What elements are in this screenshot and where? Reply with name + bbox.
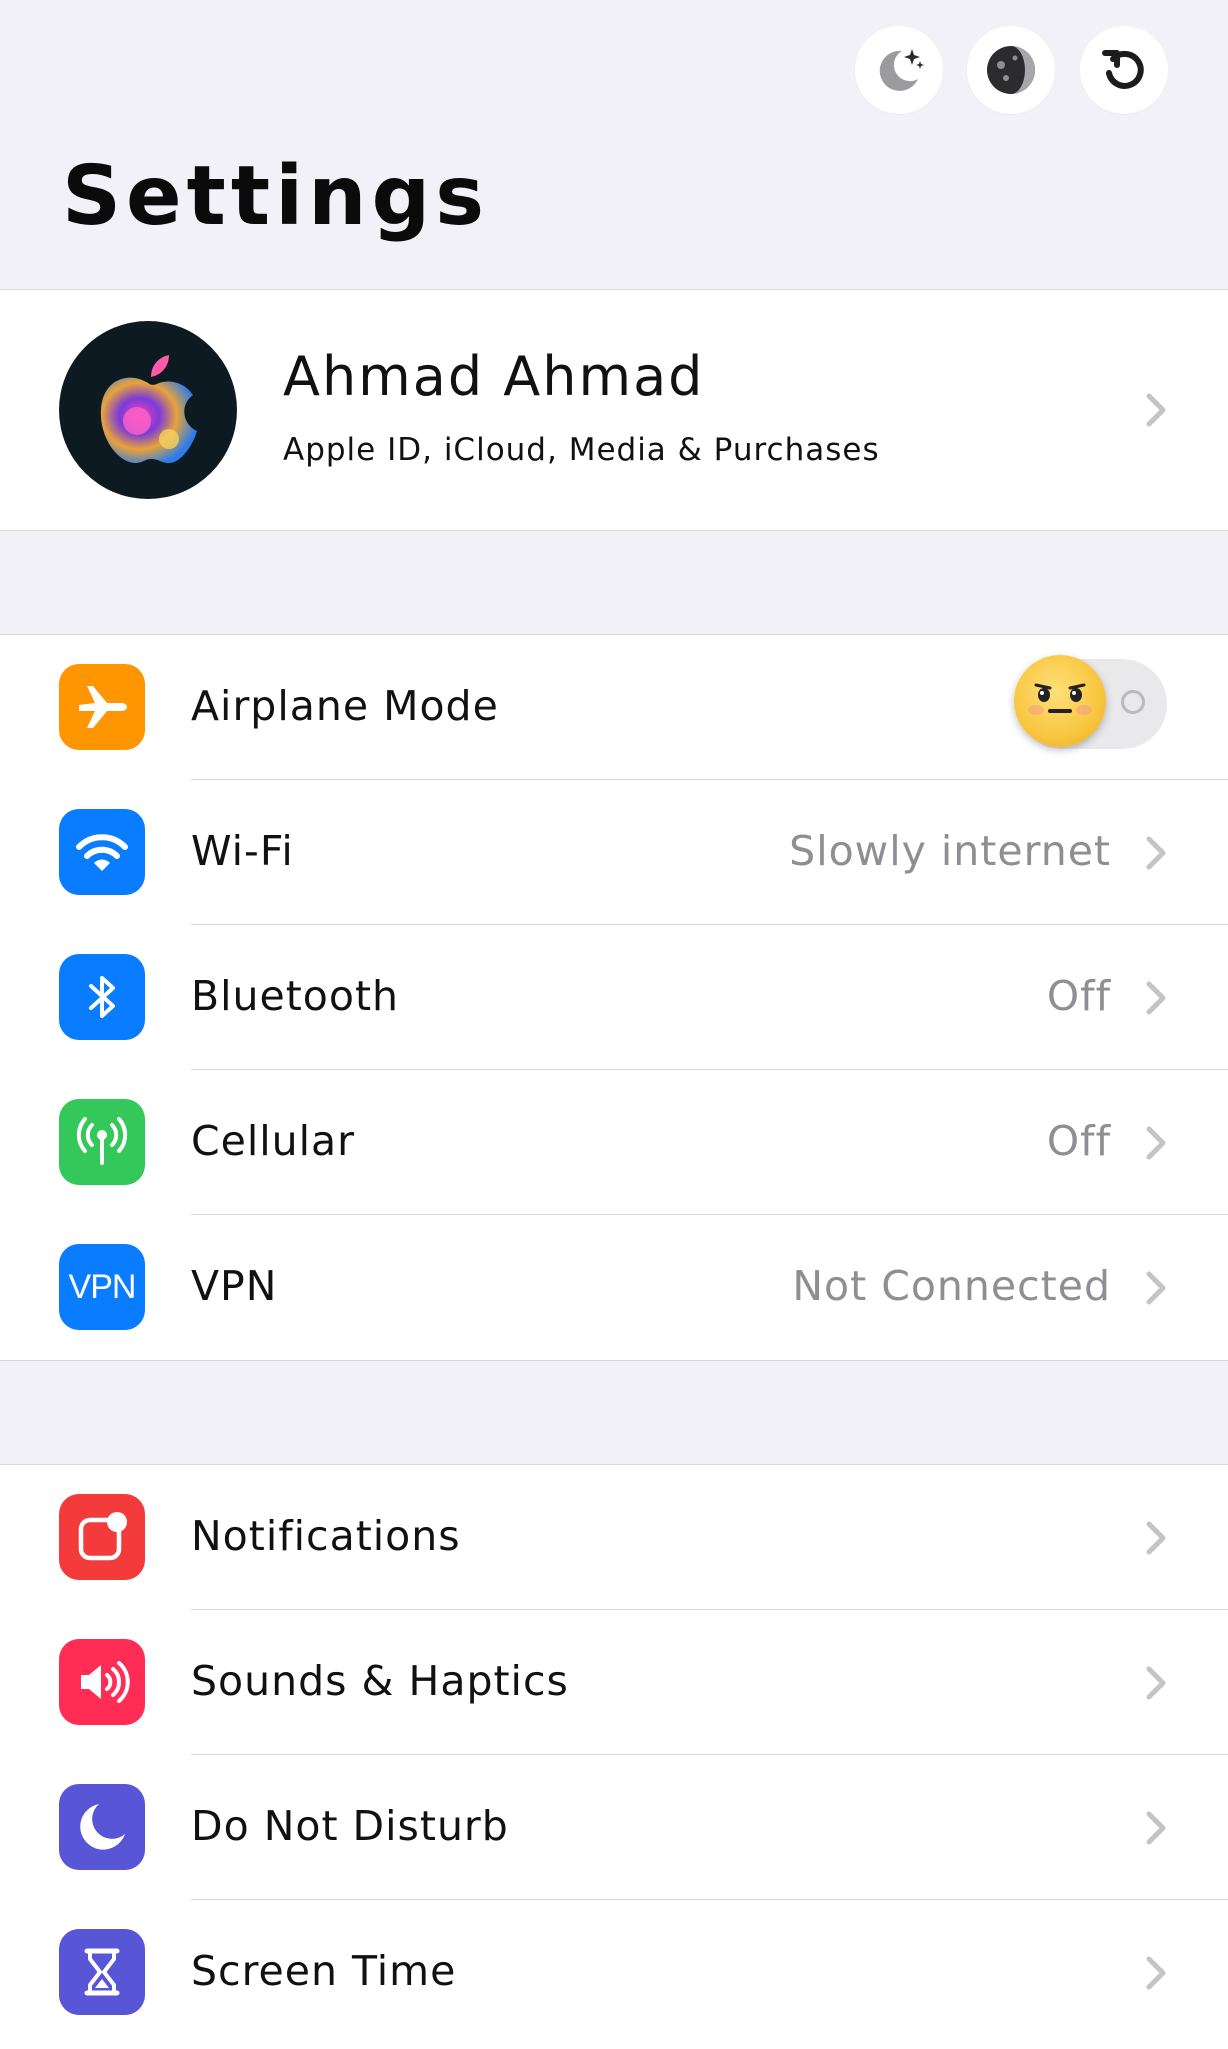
moon-phase-icon — [987, 46, 1035, 94]
wifi-row[interactable]: Wi-Fi Slowly internet — [0, 780, 1228, 925]
wifi-value: Slowly internet — [789, 827, 1111, 875]
toggle-off-indicator — [1121, 690, 1145, 714]
vpn-icon-text: VPN — [68, 1267, 137, 1306]
chevron-right-icon — [1146, 1666, 1166, 1700]
wifi-label: Wi-Fi — [191, 827, 294, 875]
refresh-button[interactable] — [1080, 26, 1168, 114]
notifications-icon — [59, 1494, 145, 1580]
apple-logo-icon — [100, 355, 197, 463]
screen-time-row[interactable]: Screen Time — [0, 1900, 1228, 2045]
chevron-right-icon — [1146, 836, 1166, 870]
chevron-right-icon — [1146, 1956, 1166, 1990]
profile-subtitle: Apple ID, iCloud, Media & Purchases — [283, 432, 880, 468]
bluetooth-icon — [59, 954, 145, 1040]
chevron-right-icon — [1146, 1521, 1166, 1555]
cellular-label: Cellular — [191, 1117, 355, 1165]
connectivity-section: Airplane Mode Wi-Fi Slowly internet Blue… — [0, 634, 1228, 1361]
general-section: Notifications Sounds & Haptics Do Not Di… — [0, 1464, 1228, 2049]
cellular-row[interactable]: Cellular Off — [0, 1070, 1228, 1215]
vpn-icon: VPN — [59, 1244, 145, 1330]
profile-row[interactable]: Ahmad Ahmad Apple ID, iCloud, Media & Pu… — [0, 289, 1228, 531]
airplane-icon — [59, 664, 145, 750]
chevron-right-icon — [1146, 1126, 1166, 1160]
avatar — [59, 321, 237, 499]
hourglass-icon — [59, 1929, 145, 2015]
notifications-label: Notifications — [191, 1512, 461, 1560]
cellular-value: Off — [1046, 1117, 1111, 1165]
notifications-row[interactable]: Notifications — [0, 1465, 1228, 1610]
screen-time-label: Screen Time — [191, 1947, 457, 1995]
vpn-row[interactable]: VPN VPN Not Connected — [0, 1215, 1228, 1360]
chevron-right-icon — [1146, 1811, 1166, 1845]
speaker-icon — [59, 1639, 145, 1725]
cellular-icon — [59, 1099, 145, 1185]
wifi-icon — [59, 809, 145, 895]
moon-icon — [59, 1784, 145, 1870]
refresh-icon — [1102, 50, 1144, 89]
sounds-haptics-row[interactable]: Sounds & Haptics — [0, 1610, 1228, 1755]
airplane-mode-row: Airplane Mode — [0, 635, 1228, 780]
bluetooth-value: Off — [1046, 972, 1111, 1020]
page-title: Settings — [62, 149, 490, 244]
chevron-right-icon — [1146, 1271, 1166, 1305]
profile-name: Ahmad Ahmad — [283, 345, 705, 408]
airplane-mode-toggle[interactable] — [1014, 655, 1167, 749]
sounds-haptics-label: Sounds & Haptics — [191, 1657, 569, 1705]
toggle-knob — [1014, 655, 1106, 747]
night-mode-icon — [879, 49, 924, 91]
vpn-value: Not Connected — [792, 1262, 1111, 1310]
moon-phase-button[interactable] — [967, 26, 1055, 114]
vpn-label: VPN — [191, 1262, 278, 1310]
do-not-disturb-label: Do Not Disturb — [191, 1802, 509, 1850]
airplane-mode-label: Airplane Mode — [191, 682, 499, 730]
chevron-right-icon — [1146, 393, 1166, 427]
night-mode-button[interactable] — [855, 26, 943, 114]
do-not-disturb-row[interactable]: Do Not Disturb — [0, 1755, 1228, 1900]
sad-face-icon — [1028, 683, 1092, 715]
bluetooth-label: Bluetooth — [191, 972, 400, 1020]
chevron-right-icon — [1146, 981, 1166, 1015]
header: Settings — [0, 0, 1228, 289]
bluetooth-row[interactable]: Bluetooth Off — [0, 925, 1228, 1070]
